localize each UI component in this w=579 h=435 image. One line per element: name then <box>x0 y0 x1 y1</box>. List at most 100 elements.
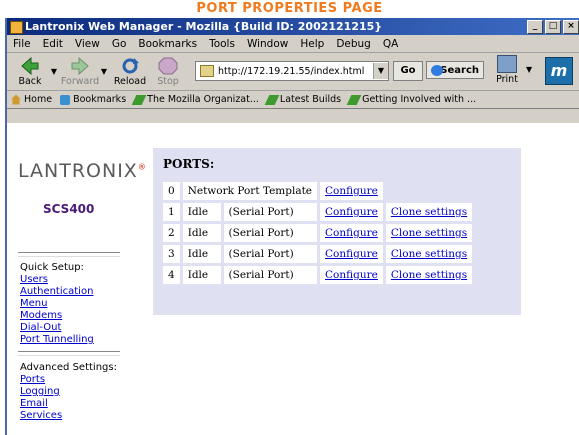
port-number: 4 <box>163 266 180 284</box>
printer-icon <box>497 55 517 73</box>
port-status: Idle <box>182 224 221 242</box>
empty-cell <box>386 182 472 200</box>
sidebar-divider <box>18 351 120 356</box>
print-dropdown-icon[interactable]: ▼ <box>526 65 532 74</box>
configure-link[interactable]: Configure <box>325 227 378 239</box>
configure-cell: Configure <box>320 224 383 242</box>
table-row: 2 Idle (Serial Port) Configure Clone set… <box>163 224 473 242</box>
ports-table: 0 Network Port Template Configure 1 Idle… <box>160 179 475 287</box>
stop-label: Stop <box>157 75 179 87</box>
port-name: (Serial Port) <box>223 245 318 263</box>
title-bar: Lantronix Web Manager - Mozilla {Build I… <box>7 18 579 35</box>
table-row: 4 Idle (Serial Port) Configure Clone set… <box>163 266 473 284</box>
forward-dropdown-icon[interactable]: ▼ <box>99 67 109 76</box>
table-row: 0 Network Port Template Configure <box>163 182 472 200</box>
search-button[interactable]: Search <box>426 61 484 79</box>
bookmark-link-icon <box>264 94 280 105</box>
menu-help[interactable]: Help <box>300 38 324 50</box>
clone-settings-link[interactable]: Clone settings <box>391 206 467 218</box>
configure-link[interactable]: Configure <box>325 248 378 260</box>
reload-button[interactable]: Reload <box>111 57 149 87</box>
stop-button[interactable]: Stop <box>149 57 187 87</box>
menu-tools[interactable]: Tools <box>209 38 235 50</box>
device-model: SCS400 <box>43 202 95 216</box>
reload-icon <box>122 57 139 73</box>
bookmark-home[interactable]: Home <box>11 94 52 105</box>
menu-qa[interactable]: QA <box>383 38 398 50</box>
sidebar-divider <box>18 252 120 257</box>
bookmark-mozilla-org[interactable]: The Mozilla Organizat... <box>131 94 259 105</box>
navigation-toolbar: Back ▼ Forward ▼ Reload Stop http://172.… <box>7 53 579 91</box>
bookmark-link-icon <box>131 94 147 105</box>
port-name: (Serial Port) <box>223 224 318 242</box>
port-name: Network Port Template <box>182 182 318 200</box>
quick-setup-heading: Quick Setup: <box>20 262 84 273</box>
forward-button[interactable]: Forward <box>60 56 100 87</box>
nav-menu[interactable]: Menu <box>20 298 94 310</box>
browser-window: Lantronix Web Manager - Mozilla {Build I… <box>5 18 579 435</box>
configure-link[interactable]: Configure <box>325 206 378 218</box>
forward-arrow-icon <box>71 56 89 75</box>
mozilla-throbber-icon[interactable]: m <box>545 57 573 85</box>
bookmark-bookmarks[interactable]: Bookmarks <box>60 94 126 105</box>
bookmark-link-icon <box>346 94 362 105</box>
ports-panel: PORTS: 0 Network Port Template Configure… <box>153 148 521 315</box>
port-number: 1 <box>163 203 180 221</box>
url-input[interactable]: http://172.19.21.55/index.html <box>218 66 364 77</box>
clone-settings-link[interactable]: Clone settings <box>391 248 467 260</box>
stop-icon <box>158 57 178 74</box>
clone-cell: Clone settings <box>385 203 473 221</box>
url-bar[interactable]: http://172.19.21.55/index.html ▼ <box>195 61 389 81</box>
nav-authentication[interactable]: Authentication <box>20 286 94 298</box>
back-dropdown-icon[interactable]: ▼ <box>49 67 59 76</box>
port-status: Idle <box>182 203 221 221</box>
nav-users[interactable]: Users <box>20 274 94 286</box>
menu-debug[interactable]: Debug <box>336 38 371 50</box>
clone-cell: Clone settings <box>385 266 473 284</box>
clone-settings-link[interactable]: Clone settings <box>391 227 467 239</box>
home-icon <box>11 94 21 105</box>
nav-logging[interactable]: Logging <box>20 386 62 398</box>
nav-modems[interactable]: Modems <box>20 310 94 322</box>
bookmarks-icon <box>60 94 71 105</box>
nav-services[interactable]: Services <box>20 410 62 422</box>
table-row: 3 Idle (Serial Port) Configure Clone set… <box>163 245 473 263</box>
quick-setup-list: Users Authentication Menu Modems Dial-Ou… <box>20 274 94 346</box>
configure-link[interactable]: Configure <box>325 185 378 197</box>
nav-dial-out[interactable]: Dial-Out <box>20 322 94 334</box>
configure-cell: Configure <box>320 203 383 221</box>
nav-ports[interactable]: Ports <box>20 374 62 386</box>
clone-settings-link[interactable]: Clone settings <box>391 269 467 281</box>
menu-view[interactable]: View <box>75 38 100 50</box>
menu-go[interactable]: Go <box>112 38 127 50</box>
back-arrow-icon <box>21 56 39 75</box>
menu-edit[interactable]: Edit <box>43 38 63 50</box>
close-button[interactable]: × <box>563 20 579 34</box>
bookmark-getting-involved[interactable]: Getting Involved with ... <box>346 94 476 105</box>
menu-bookmarks[interactable]: Bookmarks <box>138 38 197 50</box>
go-button[interactable]: Go <box>393 61 423 81</box>
personal-toolbar: Home Bookmarks The Mozilla Organizat... … <box>7 91 579 109</box>
minimize-button[interactable]: _ <box>527 20 543 34</box>
maximize-button[interactable]: □ <box>545 20 561 34</box>
menu-bar: File Edit View Go Bookmarks Tools Window… <box>7 35 579 53</box>
print-button[interactable]: Print <box>493 55 521 85</box>
menu-file[interactable]: File <box>13 38 31 50</box>
advanced-settings-heading: Advanced Settings: <box>20 362 117 373</box>
nav-email[interactable]: Email <box>20 398 62 410</box>
clone-cell: Clone settings <box>385 224 473 242</box>
port-number: 0 <box>163 182 180 200</box>
back-button[interactable]: Back <box>11 56 49 87</box>
bookmark-latest-builds[interactable]: Latest Builds <box>264 94 341 105</box>
ports-title: PORTS: <box>163 157 215 171</box>
url-dropdown-icon[interactable]: ▼ <box>373 63 388 79</box>
port-number: 3 <box>163 245 180 263</box>
print-label: Print <box>496 74 518 85</box>
back-label: Back <box>18 75 42 87</box>
port-name: (Serial Port) <box>223 266 318 284</box>
menu-window[interactable]: Window <box>247 38 288 50</box>
page-caption: PORT PROPERTIES PAGE <box>196 1 383 16</box>
configure-link[interactable]: Configure <box>325 269 378 281</box>
forward-label: Forward <box>60 75 100 87</box>
nav-port-tunnelling[interactable]: Port Tunnelling <box>20 334 94 346</box>
